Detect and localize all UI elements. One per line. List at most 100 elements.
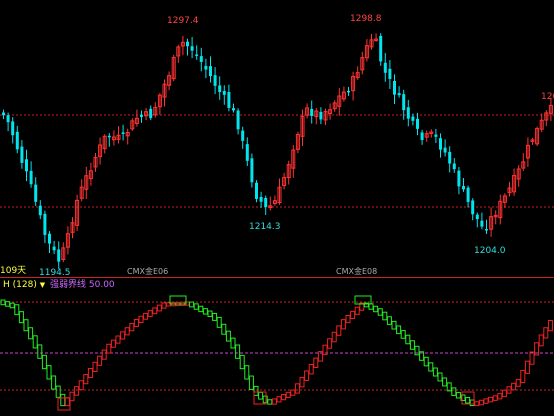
oscillator-bar — [239, 354, 245, 370]
indicator-name[interactable]: H (128) — [3, 280, 37, 290]
oscillator-bar — [267, 399, 273, 405]
candle-body — [439, 138, 442, 150]
oscillator-bar — [156, 304, 162, 312]
oscillator-bar — [501, 389, 507, 398]
oscillator-bar — [115, 335, 121, 344]
high-price-label: 126 — [541, 92, 554, 102]
strength-line-value: 50.00 — [88, 280, 115, 290]
oscillator-bar — [400, 330, 406, 339]
oscillator-bar — [225, 330, 231, 342]
oscillator-bar — [414, 345, 420, 356]
indicator-header[interactable]: H (128) ▼ 强弱界线 50.00 — [3, 280, 115, 291]
oscillator-bar — [221, 323, 227, 335]
chart-window[interactable]: 1297.4 1298.8 126 1214.3 1194.5 1204.0 1… — [0, 0, 554, 416]
chart-canvas[interactable] — [0, 0, 554, 416]
oscillator-bar — [133, 318, 139, 328]
oscillator-bar — [281, 394, 287, 401]
candle-body — [448, 151, 452, 164]
candle-body — [232, 108, 235, 111]
oscillator-bar — [515, 379, 521, 387]
candle-body — [480, 220, 484, 227]
oscillator-bar — [212, 312, 218, 321]
oscillator-bar — [262, 395, 268, 404]
candle-body — [15, 131, 19, 150]
oscillator-bar — [92, 361, 98, 372]
candle-body — [195, 54, 199, 56]
candle-body — [20, 146, 24, 163]
oscillator-bar — [336, 325, 342, 336]
oscillator-bar — [78, 380, 84, 391]
chevron-down-icon[interactable]: ▼ — [40, 281, 45, 289]
oscillator-bar — [396, 325, 402, 335]
candle-body — [222, 90, 226, 95]
candle-body — [471, 200, 475, 215]
strength-line-label: 强弱界线 — [49, 280, 86, 290]
oscillator-bar — [41, 354, 47, 370]
candle-body — [140, 114, 143, 117]
oscillator-bar — [538, 334, 544, 347]
low-price-label: 1194.5 — [39, 268, 71, 278]
oscillator-bar — [198, 305, 204, 313]
oscillator-bar — [129, 323, 135, 332]
candle-body — [485, 229, 488, 231]
oscillator-bar — [161, 302, 167, 309]
oscillator-bar — [14, 304, 20, 316]
oscillator-bar — [51, 375, 57, 390]
oscillator-bar — [294, 383, 300, 394]
oscillator-bar — [511, 382, 517, 391]
candle-body — [57, 249, 61, 262]
oscillator-bar — [409, 340, 415, 350]
candle-body — [34, 184, 38, 202]
candle-body — [406, 107, 410, 119]
oscillator-bar — [97, 355, 103, 366]
candle-body — [199, 56, 203, 62]
candle-body — [397, 93, 401, 96]
oscillator-bar — [147, 310, 153, 317]
turning-point-marker — [57, 397, 71, 411]
candle-body — [452, 163, 456, 170]
oscillator-bar — [428, 362, 434, 372]
oscillator-bar — [285, 391, 291, 399]
oscillator-bar — [350, 310, 356, 319]
oscillator-bar — [110, 339, 116, 348]
candle-body — [245, 144, 249, 161]
oscillator-bar — [202, 308, 208, 315]
high-price-label: 1298.8 — [350, 14, 382, 24]
candle-body — [227, 92, 231, 108]
oscillator-bar — [483, 398, 489, 404]
oscillator-bar — [253, 385, 259, 396]
oscillator-bar — [354, 306, 360, 315]
low-price-label: 1214.3 — [249, 222, 281, 232]
oscillator-bar — [235, 344, 241, 359]
oscillator-bar — [474, 401, 480, 407]
candle-body — [319, 111, 323, 120]
oscillator-bar — [74, 386, 80, 396]
oscillator-bar — [373, 305, 379, 313]
oscillator-bar — [377, 308, 383, 316]
candle-body — [218, 85, 222, 93]
oscillator-bar — [313, 357, 319, 369]
oscillator-bar — [391, 320, 397, 330]
candle-body — [11, 121, 15, 136]
oscillator-bar — [386, 316, 392, 325]
oscillator-bar — [524, 360, 530, 374]
oscillator-bar — [520, 369, 526, 384]
candle-body — [236, 110, 240, 130]
oscillator-bar — [368, 303, 374, 310]
contract-label: CMX金E06 — [127, 267, 169, 276]
candle-body — [462, 186, 465, 190]
candle-body — [25, 159, 28, 172]
candle-body — [475, 214, 479, 220]
days-count-label: 109天 — [0, 266, 27, 276]
oscillator-bar — [230, 337, 236, 349]
oscillator-bar — [271, 398, 277, 405]
low-price-label: 1204.0 — [474, 246, 506, 256]
candle-body — [393, 80, 396, 95]
candle-body — [259, 196, 263, 202]
candle-body — [209, 66, 212, 77]
oscillator-bar — [258, 391, 264, 400]
oscillator-bar — [64, 397, 70, 407]
high-price-label: 1297.4 — [167, 16, 199, 26]
candle-body — [434, 134, 438, 137]
oscillator-bar — [465, 397, 471, 404]
